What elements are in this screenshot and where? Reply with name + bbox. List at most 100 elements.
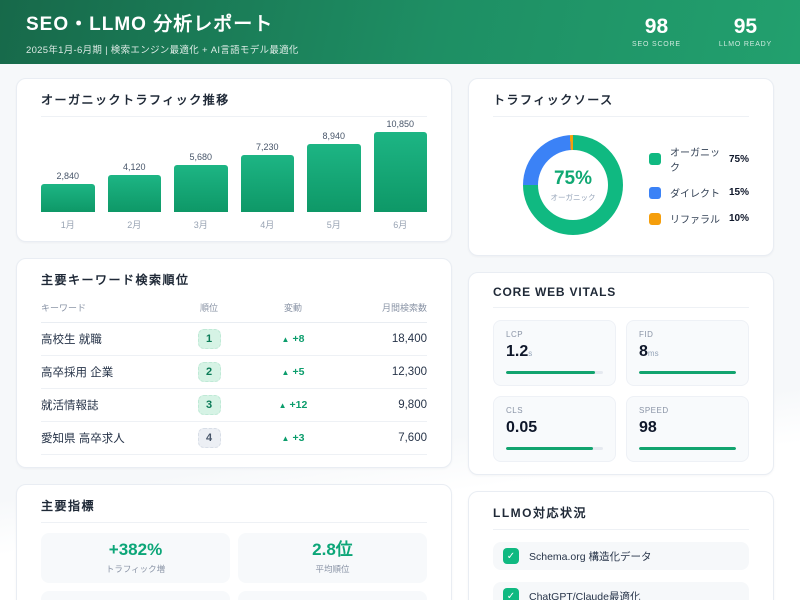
right-column: トラフィックソース 75% オーガニック オーガニック 75% ダイレクト 15… bbox=[468, 78, 774, 600]
change-value: +12 bbox=[290, 399, 308, 411]
legend-swatch bbox=[649, 153, 661, 165]
legend-swatch bbox=[649, 213, 661, 225]
organic-traffic-card: オーガニックトラフィック推移 2,840 1月 4,120 2月 5,680 3… bbox=[16, 78, 452, 242]
card-divider bbox=[493, 307, 749, 308]
metric-value: 2.8位 bbox=[238, 540, 427, 560]
bar-value-label: 4,120 bbox=[123, 162, 146, 172]
score-label: LLMO READY bbox=[719, 41, 772, 48]
keyword-table-row: 就活情報誌 3 ▲+12 9,800 bbox=[41, 389, 427, 422]
rank-badge: 2 bbox=[198, 362, 221, 382]
legend-item: オーガニック 75% bbox=[649, 144, 749, 174]
vital-label: CLS bbox=[506, 406, 603, 415]
vital-tile: CLS 0.05 bbox=[493, 396, 616, 462]
up-arrow-icon: ▲ bbox=[282, 434, 290, 443]
vital-value: 98 bbox=[639, 419, 736, 438]
up-arrow-icon: ▲ bbox=[282, 368, 290, 377]
vital-label: LCP bbox=[506, 330, 603, 339]
legend-swatch bbox=[649, 187, 661, 199]
traffic-source-title: トラフィックソース bbox=[493, 91, 749, 108]
rank-cell: 2 bbox=[173, 362, 245, 382]
change-value: +8 bbox=[292, 333, 304, 345]
check-item-label: ChatGPT/Claude最適化 bbox=[529, 589, 640, 600]
rank-cell: 3 bbox=[173, 395, 245, 415]
bar-value-label: 7,230 bbox=[256, 142, 279, 152]
core-web-vitals-card: CORE WEB VITALS LCP 1.2s FID 8ms CLS 0.0… bbox=[468, 272, 774, 475]
vital-unit: ms bbox=[648, 349, 659, 358]
bar-column: 4,120 2月 bbox=[108, 162, 162, 229]
vital-progress-fill bbox=[639, 371, 736, 374]
llmo-check-item: ✓ ChatGPT/Claude最適化 bbox=[493, 582, 749, 600]
traffic-source-chart: 75% オーガニック オーガニック 75% ダイレクト 15% リファラル 10… bbox=[493, 131, 749, 243]
legend-label: オーガニック bbox=[670, 144, 729, 174]
legend-label: ダイレクト bbox=[670, 185, 720, 200]
card-divider bbox=[493, 529, 749, 530]
traffic-bar-chart: 2,840 1月 4,120 2月 5,680 3月 7,230 4月 8,94… bbox=[41, 119, 427, 229]
page-title: SEO・LLMO 分析レポート bbox=[26, 9, 299, 36]
up-arrow-icon: ▲ bbox=[282, 335, 290, 344]
change-cell: ▲+3 bbox=[245, 432, 341, 444]
llmo-status-card: LLMO対応状況 ✓ Schema.org 構造化データ ✓ ChatGPT/C… bbox=[468, 491, 774, 600]
rank-cell: 1 bbox=[173, 329, 245, 349]
keyword-cell: 高卒採用 企業 bbox=[41, 364, 173, 380]
llmo-checklist: ✓ Schema.org 構造化データ ✓ ChatGPT/Claude最適化 … bbox=[493, 542, 749, 600]
volume-cell: 18,400 bbox=[341, 333, 427, 345]
bar bbox=[374, 132, 428, 212]
keyword-rank-card: 主要キーワード検索順位 キーワード 順位 変動 月間検索数 高校生 就職 1 ▲… bbox=[16, 258, 452, 468]
bar-column: 7,230 4月 bbox=[241, 142, 295, 229]
key-metrics-card: 主要指標 +382% トラフィック増 2.8位 平均順位 45,200 月間表示… bbox=[16, 484, 452, 600]
vital-progress-fill bbox=[506, 371, 595, 374]
col-keyword: キーワード bbox=[41, 301, 173, 314]
vital-tile: LCP 1.2s bbox=[493, 320, 616, 386]
score-value: 98 bbox=[632, 16, 681, 38]
volume-cell: 9,800 bbox=[341, 399, 427, 411]
bar bbox=[41, 184, 95, 212]
bar bbox=[241, 155, 295, 212]
donut-center-value: 75% bbox=[554, 168, 592, 190]
bar bbox=[307, 144, 361, 212]
rank-cell: 4 bbox=[173, 428, 245, 448]
bar-value-label: 2,840 bbox=[56, 171, 79, 181]
bar-value-label: 8,940 bbox=[322, 131, 345, 141]
vital-label: FID bbox=[639, 330, 736, 339]
metric-tile: 8.2% CTR bbox=[238, 591, 427, 600]
bar-column: 2,840 1月 bbox=[41, 171, 95, 229]
donut-center: 75% オーガニック bbox=[523, 135, 623, 235]
check-item-label: Schema.org 構造化データ bbox=[529, 549, 652, 564]
llmo-check-item: ✓ Schema.org 構造化データ bbox=[493, 542, 749, 570]
donut-legend: オーガニック 75% ダイレクト 15% リファラル 10% bbox=[649, 144, 749, 226]
metric-tile: 45,200 月間表示 bbox=[41, 591, 230, 600]
keyword-table-row: 高校生 就職 1 ▲+8 18,400 bbox=[41, 323, 427, 356]
donut-center-label: オーガニック bbox=[551, 192, 596, 203]
rank-badge: 1 bbox=[198, 329, 221, 349]
bar-value-label: 10,850 bbox=[386, 119, 414, 129]
checkmark-icon: ✓ bbox=[503, 548, 519, 564]
core-web-vitals-title: CORE WEB VITALS bbox=[493, 285, 749, 299]
metric-label: 平均順位 bbox=[238, 563, 427, 575]
vital-value: 0.05 bbox=[506, 419, 603, 438]
header-scores: 98 SEO SCORE 95 LLMO READY bbox=[632, 16, 772, 48]
vital-progress-fill bbox=[639, 447, 736, 450]
vital-unit: s bbox=[528, 349, 532, 358]
vital-progress-track bbox=[639, 447, 736, 450]
keyword-table-header: キーワード 順位 変動 月間検索数 bbox=[41, 301, 427, 323]
vital-label: SPEED bbox=[639, 406, 736, 415]
header-score: 98 SEO SCORE bbox=[632, 16, 681, 48]
header-titles: SEO・LLMO 分析レポート 2025年1月-6月期 | 検索エンジン最適化 … bbox=[26, 9, 299, 56]
vital-progress-fill bbox=[506, 447, 593, 450]
keyword-rank-title: 主要キーワード検索順位 bbox=[41, 271, 427, 288]
metric-grid: +382% トラフィック増 2.8位 平均順位 45,200 月間表示 8.2%… bbox=[41, 533, 427, 600]
bar-column: 5,680 3月 bbox=[174, 152, 228, 229]
metric-label: トラフィック増 bbox=[41, 563, 230, 575]
organic-traffic-title: オーガニックトラフィック推移 bbox=[41, 91, 427, 108]
keyword-table-row: 高卒採用 企業 2 ▲+5 12,300 bbox=[41, 356, 427, 389]
up-arrow-icon: ▲ bbox=[279, 401, 287, 410]
metric-tile: 2.8位 平均順位 bbox=[238, 533, 427, 583]
rank-badge: 3 bbox=[198, 395, 221, 415]
change-value: +5 bbox=[292, 366, 304, 378]
bar-category-label: 6月 bbox=[393, 218, 407, 229]
legend-value: 10% bbox=[729, 213, 749, 224]
volume-cell: 7,600 bbox=[341, 432, 427, 444]
change-cell: ▲+12 bbox=[245, 399, 341, 411]
card-divider bbox=[493, 116, 749, 117]
vitals-grid: LCP 1.2s FID 8ms CLS 0.05 SPEED 98 bbox=[493, 320, 749, 462]
